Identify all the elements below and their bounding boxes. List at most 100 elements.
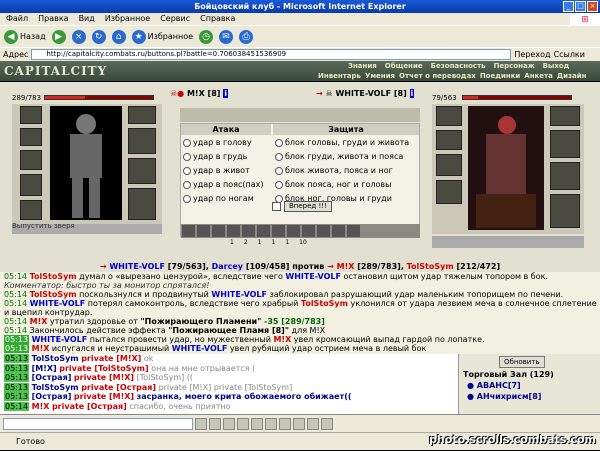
tactic-icon-2[interactable] <box>197 225 210 237</box>
slot-boots[interactable] <box>128 188 156 220</box>
menu-help[interactable]: Справка <box>200 13 235 25</box>
slot-weapon[interactable] <box>20 150 42 170</box>
stop-button[interactable]: × <box>71 29 86 44</box>
slot-shield[interactable] <box>128 158 156 184</box>
print-button[interactable]: ⎙ <box>239 29 254 44</box>
vs-team2-member1[interactable]: M!X <box>337 262 355 271</box>
slot-helmet[interactable] <box>20 106 42 124</box>
attack-chest[interactable]: удар в грудь <box>183 152 247 161</box>
slot-belt[interactable] <box>20 200 42 220</box>
window-title: Бойцовский клуб - Microsoft Internet Exp… <box>194 2 406 11</box>
links-button[interactable]: Ссылки <box>554 50 585 59</box>
nav-skills[interactable]: Умения <box>365 72 395 80</box>
clear-icon[interactable] <box>209 417 221 430</box>
opp-slot-weapon[interactable] <box>436 154 462 176</box>
defense-4[interactable]: блок пояса, ног и головы <box>275 180 391 189</box>
tactic-icon-10[interactable] <box>317 225 330 237</box>
opp-slot-boots[interactable] <box>550 194 580 228</box>
nav-fights[interactable]: Поединки <box>480 72 520 80</box>
nav-communication[interactable]: Общение <box>385 62 423 70</box>
smile-icon[interactable] <box>223 417 235 430</box>
tactic-icon-9[interactable] <box>302 225 315 237</box>
slot-gloves[interactable] <box>128 128 156 154</box>
sys-icon[interactable] <box>251 417 263 430</box>
home-button[interactable]: ⌂ <box>111 29 126 44</box>
vs-team1-member2[interactable]: Darcey <box>212 262 243 271</box>
refresh-room-button[interactable]: Обновить <box>499 356 545 368</box>
minimize-icon[interactable]: _ <box>563 1 574 12</box>
nav-security[interactable]: Безопасность <box>431 62 486 70</box>
slot-earrings[interactable] <box>128 106 156 124</box>
send-icon[interactable] <box>195 417 207 430</box>
favorites-button[interactable]: ★ Избранное <box>131 29 193 44</box>
slot-amulet[interactable] <box>20 128 42 146</box>
opp-slot-earrings[interactable] <box>550 106 580 126</box>
tactic-icon-8[interactable] <box>287 225 300 237</box>
menu-edit[interactable]: Правка <box>38 13 68 25</box>
address-input[interactable]: http://capitalcity.combats.ru/buttons.pl… <box>31 49 512 60</box>
tactic-icon-4[interactable] <box>227 225 240 237</box>
info-icon[interactable]: i <box>223 89 228 98</box>
mail-button[interactable]: ✉ <box>219 29 234 44</box>
nav-character[interactable]: Персонаж <box>494 62 535 70</box>
defense-3[interactable]: блок живота, пояса и ног <box>275 166 393 175</box>
tactic-icon-3[interactable] <box>212 225 225 237</box>
tactic-icon-12[interactable] <box>347 225 360 237</box>
room-user[interactable]: ● АВАНС[7] <box>467 381 521 390</box>
menu-bar: Файл Правка Вид Избранное Сервис Справка <box>0 13 600 25</box>
opp-slot-shield[interactable] <box>550 162 580 190</box>
exit-icon[interactable] <box>321 417 333 430</box>
tactic-icon-1[interactable] <box>182 225 195 237</box>
close-icon[interactable]: × <box>587 1 598 12</box>
opp-slot-armor[interactable] <box>436 180 462 204</box>
nav-knowledge[interactable]: Знания <box>348 62 377 70</box>
vs-team1-member1[interactable]: WHITE-VOLF <box>109 262 165 271</box>
menu-favorites[interactable]: Избранное <box>105 13 150 25</box>
menu-tools[interactable]: Сервис <box>160 13 190 25</box>
nav-transfers[interactable]: Отчет о переводах <box>399 72 476 80</box>
history-button[interactable]: ◷ <box>199 29 214 44</box>
tactic-icon-7[interactable] <box>272 225 285 237</box>
nav-inventory[interactable]: Инвентарь <box>318 72 361 80</box>
vs-team2-member2[interactable]: TolStoSym <box>407 262 454 271</box>
defense-2[interactable]: блок груди, живота и пояса <box>275 152 403 161</box>
chat-line: 05:13 TolStoSym private [M!X] ok <box>4 354 154 363</box>
nav-design[interactable]: Дизайн <box>557 72 587 80</box>
go-button[interactable]: Переход <box>514 50 550 59</box>
release-beast-link[interactable]: Выпустить зверя <box>12 222 75 230</box>
menu-view[interactable]: Вид <box>79 13 95 25</box>
home-icon: ⌂ <box>111 29 126 44</box>
slot-armor[interactable] <box>20 174 42 196</box>
opp-slot-helmet[interactable] <box>436 106 462 126</box>
settings-icon[interactable] <box>307 417 319 430</box>
opponent-info-icon[interactable]: i <box>409 89 415 98</box>
opp-slot-gloves[interactable] <box>550 130 580 158</box>
room-user[interactable]: ● АНчихрисм[8] <box>467 392 541 401</box>
attack-stomach[interactable]: удар в живот <box>183 166 250 175</box>
scroll-icon[interactable] <box>293 417 305 430</box>
map-icon[interactable] <box>279 417 291 430</box>
back-button[interactable]: ◀ Назад <box>4 29 46 44</box>
strike-button[interactable]: Вперед !!! <box>284 201 332 212</box>
nav-exit[interactable]: Выход <box>543 62 570 70</box>
maximize-icon[interactable]: □ <box>575 1 586 12</box>
tactic-icon-5[interactable] <box>242 225 255 237</box>
menu-file[interactable]: Файл <box>6 13 28 25</box>
chat-input[interactable] <box>3 417 193 430</box>
filter-icon[interactable] <box>237 417 249 430</box>
auto-checkbox[interactable] <box>272 202 281 211</box>
trade-icon[interactable] <box>265 417 277 430</box>
attack-head[interactable]: удар в голову <box>183 138 252 147</box>
chat-line: 05:13 [Острая] private [M!X] засранка, м… <box>4 392 352 402</box>
attack-groin[interactable]: удар в пояс(пах) <box>183 180 264 189</box>
counter-6: 10 <box>299 239 307 246</box>
defense-1[interactable]: блок головы, груди и живота <box>275 138 409 147</box>
tactic-icon-11[interactable] <box>332 225 345 237</box>
attack-legs[interactable]: удар по ногам <box>183 194 254 203</box>
opp-slot-amulet[interactable] <box>436 130 462 150</box>
log-line: 05:14 TolStoSym поскользнулся и продвину… <box>4 290 564 299</box>
nav-profile[interactable]: Анкета <box>524 72 553 80</box>
forward-button[interactable]: ▶ <box>51 29 66 44</box>
tactic-icon-6[interactable] <box>257 225 270 237</box>
refresh-button[interactable]: ↻ <box>91 29 106 44</box>
